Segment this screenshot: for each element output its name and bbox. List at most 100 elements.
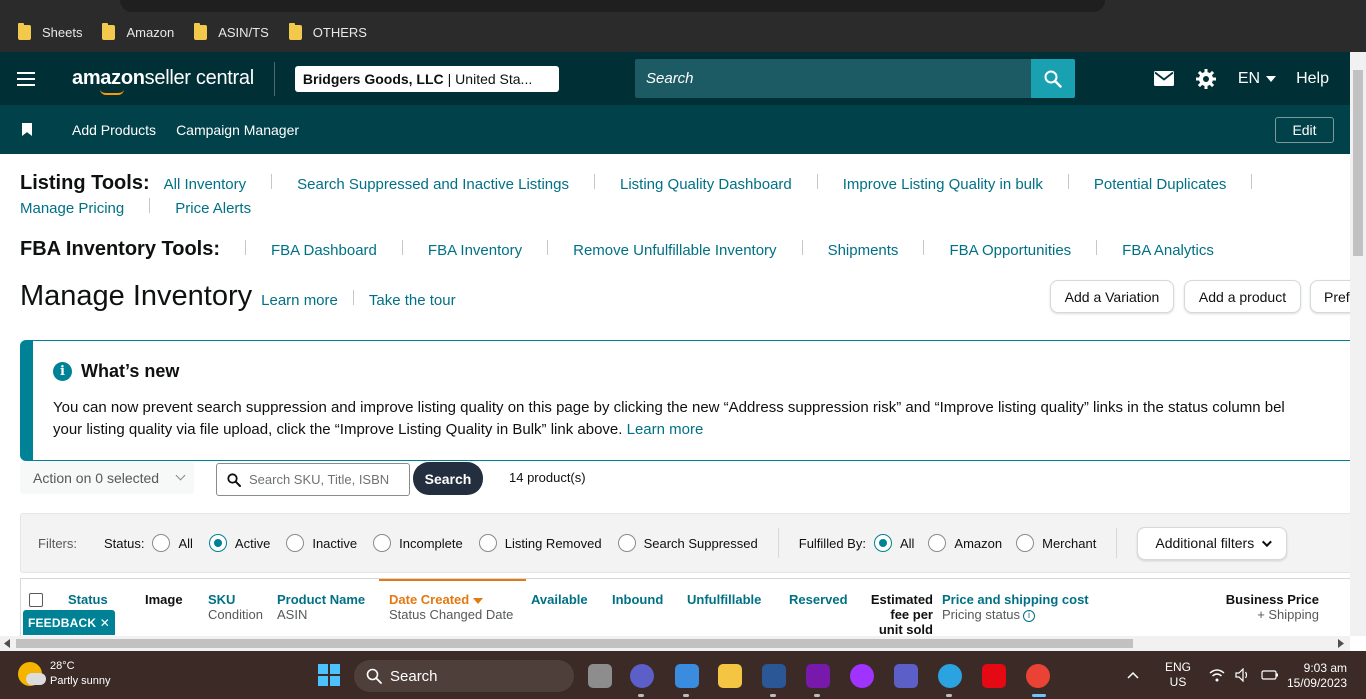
radio-status-incomplete[interactable] [373, 534, 392, 552]
link-fba-dashboard[interactable]: FBA Dashboard [271, 242, 377, 259]
radio-fulfilled-merchant[interactable] [1016, 534, 1035, 552]
teams-icon[interactable] [894, 664, 918, 688]
add-product-button[interactable]: Add a product [1184, 280, 1301, 313]
battery-icon[interactable] [1261, 669, 1279, 681]
bulk-action-select[interactable]: Action on 0 selected [20, 462, 194, 494]
edit-nav-button[interactable]: Edit [1275, 117, 1334, 143]
radio-status-active[interactable] [208, 534, 227, 552]
status-filter-label: Status: [104, 535, 145, 551]
meet-icon[interactable] [630, 664, 654, 688]
scrollbar-thumb[interactable] [1353, 70, 1363, 256]
bookmark-others[interactable]: OTHERS [288, 22, 367, 40]
help-link[interactable]: Help [1296, 70, 1329, 88]
radio-status-search-suppressed[interactable] [617, 534, 636, 552]
scroll-right-icon[interactable] [1337, 639, 1345, 648]
input-language[interactable]: ENG US [1165, 660, 1191, 690]
radio-status-all[interactable] [152, 534, 171, 552]
manage-inventory-page: Listing Tools: All Inventory Search Supp… [0, 154, 1350, 636]
search-icon [366, 668, 382, 684]
sku-search-input[interactable]: Search SKU, Title, ISBN [216, 463, 410, 496]
link-potential-duplicates[interactable]: Potential Duplicates [1094, 176, 1227, 193]
account-switcher[interactable]: Bridgers Goods, LLC | United Sta... [294, 65, 559, 92]
link-listing-quality-dashboard[interactable]: Listing Quality Dashboard [620, 176, 792, 193]
link-fba-inventory[interactable]: FBA Inventory [428, 242, 522, 259]
additional-filters-button[interactable]: Additional filters [1137, 526, 1288, 560]
preferences-button[interactable]: Pref [1310, 280, 1350, 313]
close-icon[interactable]: ✕ [100, 616, 110, 630]
add-variation-button[interactable]: Add a Variation [1050, 280, 1174, 313]
filter-bar: Filters: Status: All Active Inactive Inc… [20, 513, 1350, 573]
listing-tools-label: Listing Tools: [20, 172, 150, 194]
col-product-name[interactable]: Product Name ASIN [277, 592, 365, 622]
messenger-icon[interactable] [850, 664, 874, 688]
link-remove-unfulfillable[interactable]: Remove Unfulfillable Inventory [573, 242, 776, 259]
windows-start-icon[interactable] [318, 664, 340, 686]
word-icon[interactable] [762, 664, 786, 688]
nav-campaign-manager[interactable]: Campaign Manager [176, 122, 299, 138]
bookmark-icon[interactable] [22, 123, 32, 136]
link-price-alerts[interactable]: Price Alerts [175, 200, 251, 217]
bookmark-asin-ts[interactable]: ASIN/TS [194, 22, 269, 40]
radio-fulfilled-amazon[interactable] [928, 534, 947, 552]
system-clock[interactable]: 9:03 am 15/09/2023 [1287, 661, 1347, 691]
mail-icon[interactable] [1153, 71, 1174, 86]
nav-add-products[interactable]: Add Products [72, 122, 156, 138]
col-available[interactable]: Available [531, 592, 588, 607]
vertical-scrollbar[interactable] [1350, 52, 1366, 636]
amazon-seller-central-logo[interactable]: amazon seller central [72, 61, 275, 96]
language-selector[interactable]: EN [1238, 70, 1277, 88]
info-icon[interactable]: i [1023, 609, 1036, 622]
horizontal-scrollbar[interactable] [0, 636, 1350, 651]
link-improve-listing-quality-bulk[interactable]: Improve Listing Quality in bulk [843, 176, 1043, 193]
col-date-created[interactable]: Date Created Status Changed Date [389, 592, 513, 622]
header-search-box[interactable]: Search [635, 59, 1075, 98]
col-sku[interactable]: SKU Condition [208, 592, 263, 622]
telegram-icon[interactable] [938, 664, 962, 688]
listing-tools-row: Listing Tools: All Inventory Search Supp… [20, 172, 1277, 195]
scrollbar-thumb[interactable] [16, 639, 1133, 648]
partly-sunny-icon [18, 662, 46, 686]
whats-new-learn-more-link[interactable]: Learn more [627, 421, 704, 438]
address-bar[interactable] [120, 0, 1105, 12]
header-search-input[interactable]: Search [635, 70, 1031, 87]
col-inbound[interactable]: Inbound [612, 592, 663, 607]
link-manage-pricing[interactable]: Manage Pricing [20, 200, 124, 217]
radio-status-inactive[interactable] [286, 534, 305, 552]
bookmark-amazon[interactable]: Amazon [102, 22, 174, 40]
scroll-left-icon[interactable] [3, 639, 11, 648]
inventory-table-header: Status Image SKU Condition Product Name AS… [20, 578, 1350, 636]
notepad-icon[interactable] [675, 664, 699, 688]
radio-fulfilled-all[interactable] [873, 534, 892, 552]
learn-more-link[interactable]: Learn more [261, 292, 338, 309]
file-explorer-icon[interactable] [718, 664, 742, 688]
select-all-checkbox[interactable] [29, 593, 43, 607]
col-reserved[interactable]: Reserved [789, 592, 848, 607]
volume-icon[interactable] [1235, 668, 1251, 682]
radio-status-listing-removed[interactable] [478, 534, 497, 552]
link-fba-opportunities[interactable]: FBA Opportunities [949, 242, 1071, 259]
sku-search-button[interactable]: Search [413, 462, 483, 495]
hamburger-menu-icon[interactable] [17, 71, 35, 86]
taskbar-search[interactable]: Search [354, 660, 574, 692]
take-tour-link[interactable]: Take the tour [369, 292, 456, 309]
chrome-icon[interactable] [1026, 664, 1050, 688]
bookmark-sheets[interactable]: Sheets [18, 22, 82, 40]
header-search-button[interactable] [1031, 59, 1075, 98]
gear-icon[interactable] [1195, 68, 1216, 89]
weather-widget[interactable]: 28°C Partly sunny [18, 659, 111, 689]
onenote-icon[interactable] [806, 664, 830, 688]
task-view-icon[interactable] [588, 664, 612, 688]
feedback-tab[interactable]: FEEDBACK ✕ [23, 610, 115, 635]
col-price-shipping[interactable]: Price and shipping cost Pricing status i [942, 592, 1089, 622]
link-search-suppressed[interactable]: Search Suppressed and Inactive Listings [297, 176, 569, 193]
netflix-icon[interactable] [982, 664, 1006, 688]
col-status[interactable]: Status [68, 592, 108, 607]
info-icon: i [53, 362, 72, 381]
link-fba-analytics[interactable]: FBA Analytics [1122, 242, 1214, 259]
link-all-inventory[interactable]: All Inventory [164, 176, 247, 193]
chevron-up-icon[interactable] [1127, 671, 1139, 679]
col-unfulfillable[interactable]: Unfulfillable [687, 592, 761, 607]
col-image: Image [145, 592, 183, 607]
wifi-icon[interactable] [1209, 668, 1225, 682]
link-shipments[interactable]: Shipments [828, 242, 899, 259]
